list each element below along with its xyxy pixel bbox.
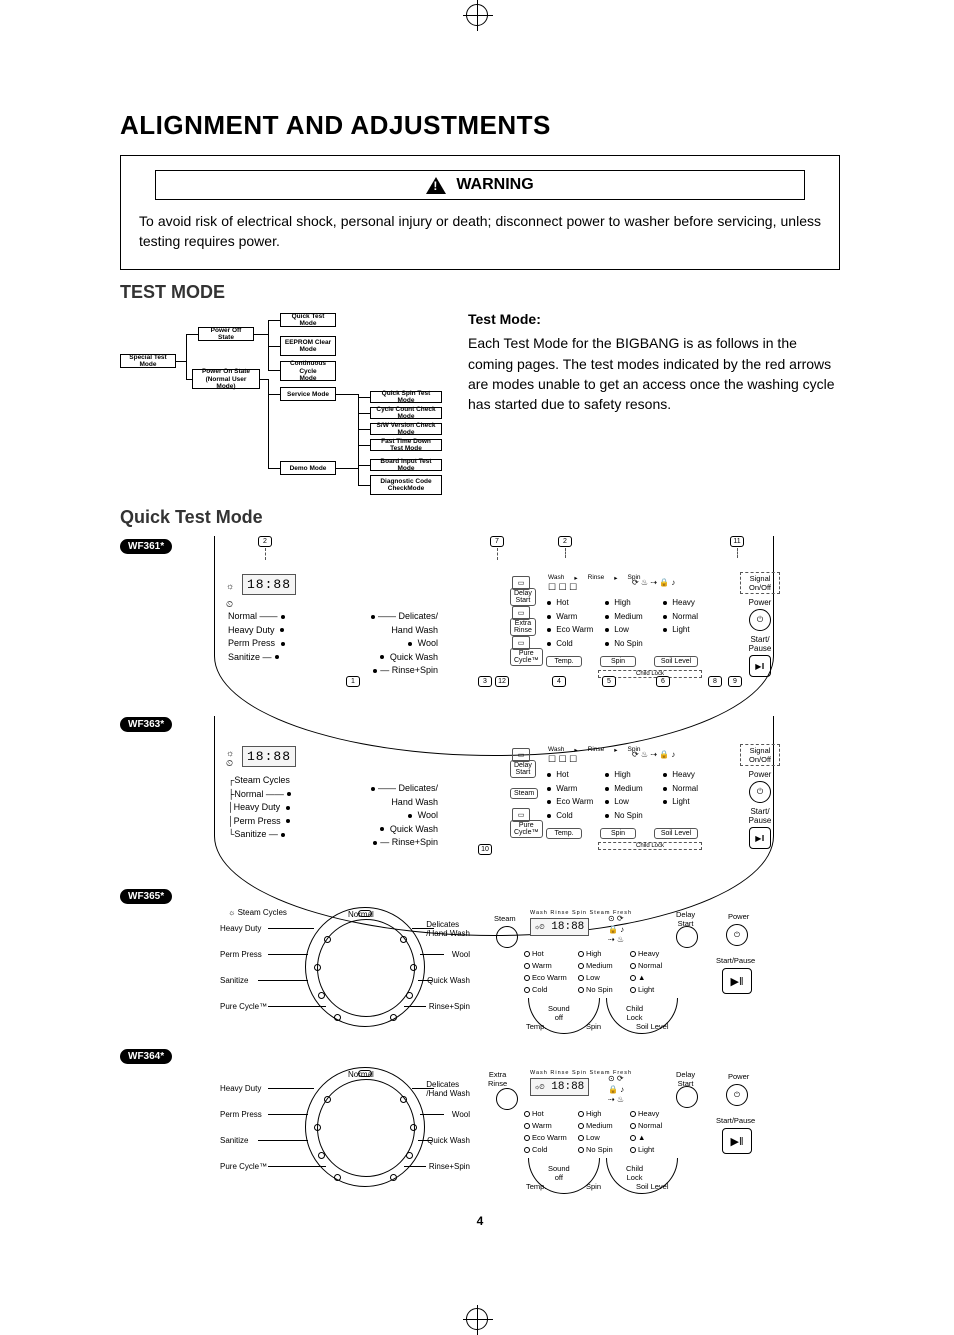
callout-5: 5 (602, 676, 616, 687)
panel-wf363-left: ☼⏲ 18:88 ┌Steam Cycles ├Normal —— │Heavy… (220, 742, 450, 862)
test-mode-heading: TEST MODE (120, 282, 840, 303)
btn-extra-rinse: Extra Rinse (510, 618, 536, 636)
cycles-right-1: —— Delicates/ Hand Wash Wool Quick Wash … (368, 610, 438, 678)
warning-banner: WARNING (155, 170, 805, 200)
panel-wf363-right: Delay Start ▭ Steam Pure Cycle™ ▭ Wash▸R… (510, 742, 780, 872)
panel-wf364-knob: Heavy Duty Perm Press Sanitize Pure Cycl… (220, 1072, 470, 1182)
callout-1: 1 (346, 676, 360, 687)
btn-soil: Soil Level (654, 656, 698, 667)
power-icon: ⏻ (749, 609, 771, 631)
page-title: ALIGNMENT AND ADJUSTMENTS (120, 110, 840, 141)
page-content: ALIGNMENT AND ADJUSTMENTS WARNING To avo… (120, 110, 840, 1228)
temp-col: Hot Warm Eco Warm Cold (544, 596, 593, 650)
warning-box: WARNING To avoid risk of electrical shoc… (120, 155, 840, 270)
flow-sw-version: S/W Version Check Mode (370, 423, 442, 435)
flow-service: Service Mode (280, 387, 336, 401)
model-wf365: WF365* (120, 889, 172, 904)
panel-wf361-left: ☼⏲ 18:88 Normal —— Heavy Duty Perm Press… (220, 570, 450, 690)
callout-9: 9 (728, 676, 742, 687)
flow-fast-time: Fast Time Down Test Mode (370, 439, 442, 451)
spin-col: High Medium Low No Spin (602, 596, 643, 650)
callout-11: 11 (730, 536, 744, 547)
test-mode-body: Each Test Mode for the BIGBANG is as fol… (468, 333, 840, 414)
btn-delay-start: Delay Start (510, 588, 536, 606)
callout-8: 8 (708, 676, 722, 687)
seg-display-2: 18:88 (242, 746, 296, 767)
quick-test-heading: Quick Test Mode (120, 507, 840, 528)
model-wf361: WF361* (120, 539, 172, 554)
panel-wf365-knob: ☼ Steam Cycles Heavy Duty (220, 912, 470, 1022)
callout-2b: 2 (558, 536, 572, 547)
btn-pure-cycle: Pure Cycle™ (510, 648, 543, 666)
callout-2a: 2 (258, 536, 272, 547)
btn-spin: Spin (600, 656, 636, 667)
warning-text: To avoid risk of electrical shock, perso… (139, 212, 821, 251)
test-mode-sub: Test Mode: (468, 309, 840, 329)
callout-6: 6 (656, 676, 670, 687)
cycles-left-1: Normal —— Heavy Duty Perm Press Sanitize… (228, 610, 288, 664)
seg-display-1: 18:88 (242, 574, 296, 595)
flow-quick: Quick Test Mode (280, 313, 336, 327)
play-icon: ▶‖ (749, 655, 771, 677)
callout-7: 7 (490, 536, 504, 547)
model-wf363: WF363* (120, 717, 172, 732)
warning-label: WARNING (456, 176, 533, 194)
panel-wf364-right: Extra Rinse Wash Rinse Spin Steam Fresh … (496, 1072, 776, 1192)
warning-icon (426, 177, 446, 194)
callout-10: 10 (478, 844, 492, 855)
power-col: Signal On/Off Power ⏻ Start/ Pause ▶‖ (740, 572, 780, 679)
btn-temp: Temp. (546, 656, 582, 667)
flow-power-off: Power Off State (198, 327, 254, 341)
panel-wf365-right: Steam Wash Rinse Spin Steam Fresh ☼⏲ 18:… (496, 912, 776, 1032)
soil-col: Heavy Normal Light (660, 596, 698, 637)
flow-diag: Diagnostic Code CheckMode (370, 475, 442, 495)
flow-demo: Demo Mode (280, 461, 336, 475)
flow-cycle-count: Cycle Count Check Mode (370, 407, 442, 419)
callout-4: 4 (552, 676, 566, 687)
cycles-left-2: ┌Steam Cycles ├Normal —— │Heavy Duty │Pe… (228, 774, 294, 842)
test-mode-description: Test Mode: Each Test Mode for the BIGBAN… (468, 309, 840, 499)
flow-power-on: Power On State (Normal User Mode) (192, 369, 260, 389)
callout-3: 3 (478, 676, 492, 687)
flow-continuous: Continuous Cycle Mode (280, 361, 336, 381)
flow-spin: Quick Spin Test Mode (370, 391, 442, 403)
model-wf364: WF364* (120, 1049, 172, 1064)
flow-diagram: Special Test Mode Power Off State Power … (120, 309, 450, 499)
flow-eeprom: EEPROM Clear Mode (280, 336, 336, 356)
callout-12: 12 (495, 676, 509, 687)
flow-special: Special Test Mode (120, 354, 176, 368)
cycles-right-2: —— Delicates/ Hand Wash Wool Quick Wash … (368, 782, 438, 850)
page-number: 4 (120, 1214, 840, 1228)
flow-board-input: Board Input Test Mode (370, 459, 442, 471)
